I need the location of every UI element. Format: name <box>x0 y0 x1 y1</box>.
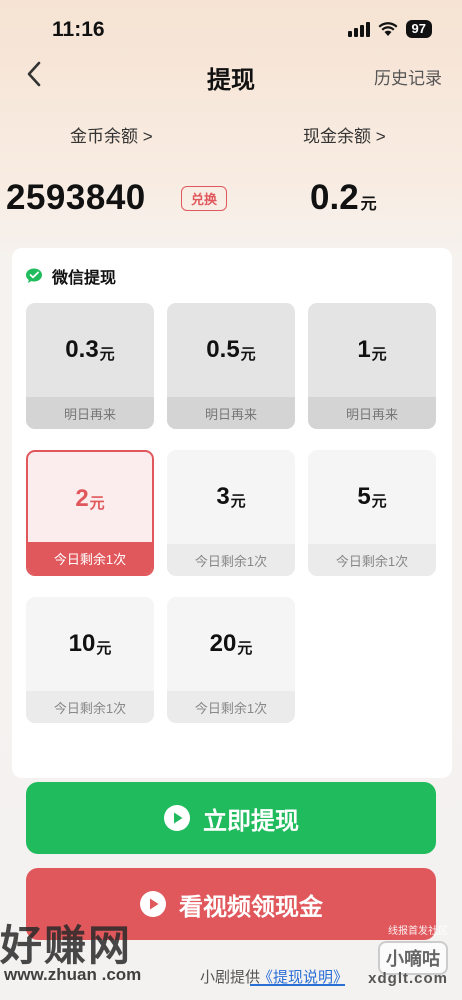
watermark-badge: 线报首发社区 小嘀咕 <box>378 922 448 975</box>
status-time: 11:16 <box>52 18 105 41</box>
exchange-button[interactable]: 兑换 <box>181 186 227 211</box>
option-amount-value: 0.5 <box>206 336 240 363</box>
option-note: 明日再来 <box>26 397 154 429</box>
option-amount: 0.5 元 <box>167 303 295 397</box>
link-underline <box>250 984 345 986</box>
nav-bar: 提现 历史记录 <box>0 56 462 96</box>
wechat-icon <box>26 268 42 283</box>
card-header: 微信提现 <box>26 264 116 288</box>
option-amount-unit: 元 <box>371 345 387 363</box>
option-amount-value: 1 <box>357 336 371 363</box>
option-amount-unit: 元 <box>240 345 256 363</box>
option-amount-unit: 元 <box>230 492 246 510</box>
option-note: 明日再来 <box>167 397 295 429</box>
amount-option[interactable]: 3 元今日剩余1次 <box>167 450 295 576</box>
option-amount-value: 2 <box>75 485 89 512</box>
play-icon <box>164 805 190 831</box>
watch-video-label: 看视频领现金 <box>179 893 323 921</box>
option-note: 今日剩余1次 <box>167 544 295 576</box>
status-bar: 11:16 97 <box>0 0 462 58</box>
withdraw-now-label: 立即提现 <box>203 807 299 835</box>
coin-balance-amount: 2593840 <box>6 178 146 217</box>
option-note: 今日剩余1次 <box>167 691 295 723</box>
coin-balance-label[interactable]: 金币余额 > <box>70 122 153 147</box>
option-amount: 20 元 <box>167 597 295 691</box>
history-link[interactable]: 历史记录 <box>374 64 442 89</box>
watermark-caption: 线报首发社区 <box>388 926 448 937</box>
withdraw-now-button[interactable]: 立即提现 <box>26 782 436 854</box>
option-amount-unit: 元 <box>99 345 115 363</box>
cash-balance-label[interactable]: 现金余额 > <box>303 122 386 147</box>
cash-balance-amount: 0.2 <box>310 178 359 217</box>
option-amount: 0.3 元 <box>26 303 154 397</box>
option-amount: 1元 <box>308 303 436 397</box>
option-amount-unit: 元 <box>89 494 105 512</box>
status-icons: 97 <box>347 20 432 38</box>
play-icon <box>140 891 166 917</box>
watermark-domain: xdglt.com <box>368 970 448 987</box>
amount-option[interactable]: 10 元今日剩余1次 <box>26 597 154 723</box>
option-amount: 2元 <box>28 452 152 546</box>
amount-option[interactable]: 2 元今日剩余1次 <box>26 450 154 576</box>
option-amount: 10 元 <box>26 597 154 691</box>
option-amount-value: 10 <box>68 630 96 657</box>
wifi-icon <box>378 22 398 36</box>
amount-option[interactable]: 5 元今日剩余1次 <box>308 450 436 576</box>
option-note: 今日剩余1次 <box>308 544 436 576</box>
option-amount-unit: 元 <box>96 639 112 657</box>
amount-option[interactable]: 0.5 元明日再来 <box>167 303 295 429</box>
option-note: 明日再来 <box>308 397 436 429</box>
cash-balance: 0.2 元 <box>310 178 377 218</box>
cellular-signal-icon <box>347 21 370 37</box>
option-amount-value: 20 <box>209 630 237 657</box>
amount-option[interactable]: 1 元明日再来 <box>308 303 436 429</box>
option-note: 今日剩余1次 <box>26 691 154 723</box>
option-amount-unit: 元 <box>371 492 387 510</box>
option-amount-unit: 元 <box>237 639 253 657</box>
cash-balance-unit: 元 <box>360 196 377 213</box>
option-note: 今日剩余1次 <box>28 542 152 574</box>
watermark-logo: 好赚网 <box>0 921 133 970</box>
option-amount: 3元 <box>167 450 295 544</box>
battery-indicator: 97 <box>405 20 432 38</box>
amount-option[interactable]: 20 元今日剩余1次 <box>167 597 295 723</box>
card-title: 微信提现 <box>52 270 117 287</box>
option-amount-value: 5 <box>357 483 371 510</box>
amount-option[interactable]: 0.3 元明日再来 <box>26 303 154 429</box>
option-amount-value: 3 <box>216 483 230 510</box>
option-amount-value: 0.3 <box>65 336 99 363</box>
watermark-url: www.zhuan .com <box>4 965 142 984</box>
option-amount: 5元 <box>308 450 436 544</box>
